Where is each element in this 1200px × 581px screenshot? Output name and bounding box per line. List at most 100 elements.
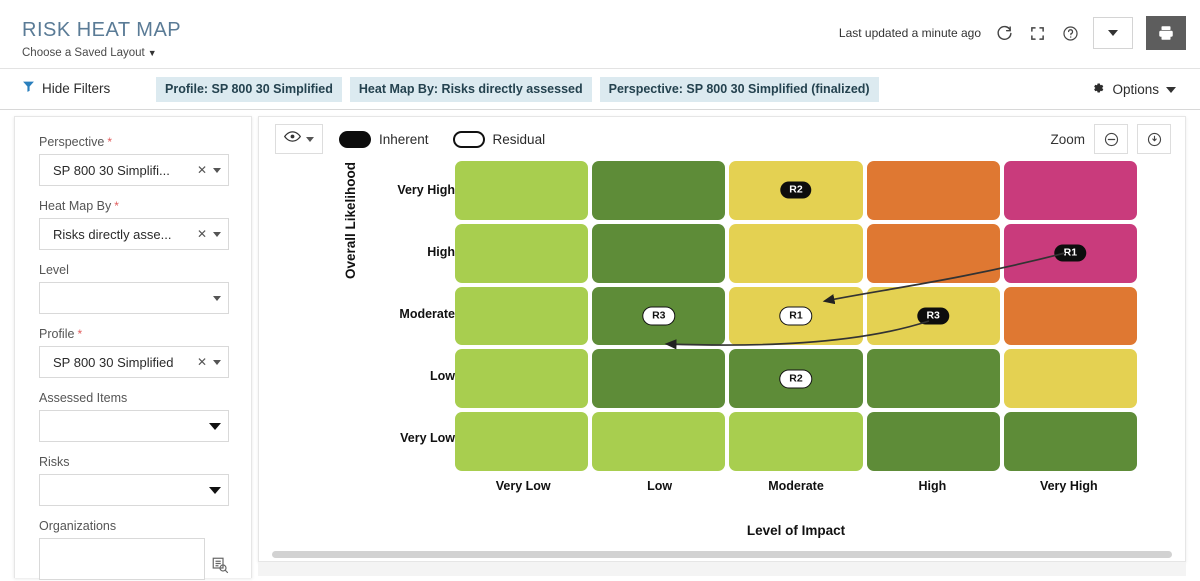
clear-icon[interactable]: ✕: [197, 227, 207, 241]
heat-map-cell[interactable]: [455, 223, 589, 283]
y-tick: High: [427, 245, 455, 259]
clear-icon[interactable]: ✕: [197, 355, 207, 369]
risk-heat-map-page: RISK HEAT MAP Choose a Saved Layout ▼ Las…: [0, 0, 1200, 581]
heat-map-cell[interactable]: [866, 349, 1000, 409]
chevron-down-icon[interactable]: [213, 295, 221, 301]
org-lookup-icon[interactable]: [211, 556, 229, 576]
field-label-heatmap-by: Heat Map By *: [39, 199, 119, 213]
chevron-down-icon[interactable]: [213, 359, 221, 365]
heat-map-cell[interactable]: [1003, 286, 1137, 346]
legend-label-inherent: Inherent: [379, 132, 429, 147]
header-dropdown-button[interactable]: [1093, 17, 1133, 49]
heat-map-cell[interactable]: [729, 412, 863, 471]
x-tick: Very Low: [495, 479, 551, 493]
profile-value: SP 800 30 Simplified: [53, 354, 174, 370]
heat-map-cell[interactable]: [592, 412, 726, 471]
zoom-label: Zoom: [1050, 131, 1085, 147]
zoom-reset-button[interactable]: [1137, 124, 1171, 154]
heat-map-cell[interactable]: [592, 161, 726, 220]
saved-layout-selector[interactable]: Choose a Saved Layout ▼: [22, 47, 157, 59]
field-label-risks: Risks: [39, 455, 70, 469]
legend-label-residual: Residual: [492, 132, 546, 147]
y-tick: Moderate: [399, 307, 455, 321]
required-marker: *: [114, 199, 119, 213]
risks-select[interactable]: [39, 474, 229, 506]
hide-filters-label: Hide Filters: [42, 80, 111, 96]
heat-map-grid: R2 R1 R3 R1 R3 R2: [455, 161, 1137, 471]
level-select[interactable]: [39, 282, 229, 314]
organizations-input[interactable]: [39, 538, 205, 580]
zoom-out-button[interactable]: [1094, 124, 1128, 154]
visibility-dropdown-button[interactable]: [275, 124, 323, 154]
risk-marker-r2-residual[interactable]: R2: [779, 369, 813, 389]
heat-map-cell[interactable]: [866, 412, 1000, 471]
gear-icon: [1091, 81, 1105, 98]
heat-map-cell[interactable]: [1003, 161, 1137, 220]
last-updated-text: Last updated a minute ago: [838, 26, 981, 40]
fullscreen-icon[interactable]: [1027, 23, 1047, 43]
field-risks: Risks: [39, 455, 229, 506]
field-profile: Profile * SP 800 30 Simplified ✕: [39, 327, 229, 378]
chevron-down-icon: ▼: [147, 48, 157, 58]
heat-map-cell[interactable]: R3: [866, 286, 1000, 346]
heatmap-by-select[interactable]: Risks directly asse... ✕: [39, 218, 229, 250]
legend-swatch-inherent: [339, 131, 371, 148]
profile-select[interactable]: SP 800 30 Simplified ✕: [39, 346, 229, 378]
heat-map-legend: Inherent Residual: [339, 131, 545, 148]
heat-map-cell[interactable]: [866, 223, 1000, 283]
risk-marker-r2-inherent[interactable]: R2: [780, 181, 812, 199]
assessed-items-select[interactable]: [39, 410, 229, 442]
page-title: RISK HEAT MAP: [22, 19, 182, 41]
hide-filters-button[interactable]: Hide Filters: [22, 80, 110, 96]
filter-chip-heatmap-by[interactable]: Heat Map By: Risks directly assessed: [349, 77, 592, 102]
x-tick: High: [918, 479, 947, 493]
heat-map-chart: Overall Likelihood Very High High Modera…: [259, 161, 1187, 561]
risk-marker-r3-residual[interactable]: R3: [642, 306, 676, 326]
chevron-down-icon: [1108, 30, 1118, 36]
chevron-down-icon[interactable]: [209, 422, 221, 430]
heat-map-cell[interactable]: R2: [729, 161, 863, 220]
y-axis-ticks: Very High High Moderate Low Very Low: [367, 161, 455, 471]
filter-chip-perspective[interactable]: Perspective: SP 800 30 Simplified (final…: [599, 77, 879, 102]
risk-marker-r3-inherent[interactable]: R3: [917, 307, 949, 325]
panel-bottom-strip: [258, 562, 1186, 576]
heat-map-cell[interactable]: R1: [729, 286, 863, 346]
heat-map-cell[interactable]: [592, 349, 726, 409]
filter-chip-profile[interactable]: Profile: SP 800 30 Simplified: [156, 77, 342, 102]
heat-map-cell[interactable]: R1: [1003, 223, 1137, 283]
help-icon[interactable]: [1060, 23, 1080, 43]
legend-swatch-residual: [452, 131, 485, 148]
perspective-select[interactable]: SP 800 30 Simplifi... ✕: [39, 154, 229, 186]
zoom-controls: Zoom: [1050, 124, 1171, 154]
required-marker: *: [107, 135, 112, 149]
filter-bar: Hide Filters Profile: SP 800 30 Simplifi…: [0, 68, 1200, 110]
field-level: Level: [39, 263, 229, 314]
heat-map-cell[interactable]: [455, 161, 589, 220]
horizontal-scrollbar[interactable]: [272, 551, 1172, 558]
heat-map-cell[interactable]: [866, 161, 1000, 220]
risk-marker-r1-residual[interactable]: R1: [779, 306, 813, 326]
chevron-down-icon[interactable]: [213, 231, 221, 237]
heat-map-cell[interactable]: [455, 286, 589, 346]
heat-map-cell[interactable]: R3: [592, 286, 726, 346]
saved-layout-label: Choose a Saved Layout: [22, 47, 145, 59]
risk-marker-r1-inherent[interactable]: R1: [1054, 244, 1087, 262]
x-tick: Moderate: [768, 479, 824, 493]
heat-map-cell[interactable]: [455, 412, 589, 471]
options-button[interactable]: Options: [1083, 77, 1184, 102]
heat-map-cell[interactable]: R2: [729, 349, 863, 409]
heat-map-cell[interactable]: [1003, 349, 1137, 409]
clear-icon[interactable]: ✕: [197, 163, 207, 177]
heat-map-toolbar: Inherent Residual Zoom: [259, 117, 1185, 161]
heat-map-cell[interactable]: [455, 349, 589, 409]
heat-map-cell[interactable]: [592, 223, 726, 283]
heat-map-cell[interactable]: [1003, 412, 1137, 471]
chevron-down-icon[interactable]: [213, 167, 221, 173]
chevron-down-icon[interactable]: [209, 486, 221, 494]
heat-map-cell[interactable]: [729, 223, 863, 283]
zoom-out-icon: [1104, 132, 1118, 146]
refresh-icon[interactable]: [994, 23, 1014, 43]
zoom-reset-icon: [1147, 132, 1161, 146]
print-button[interactable]: [1146, 16, 1186, 50]
eye-icon: [284, 130, 301, 148]
